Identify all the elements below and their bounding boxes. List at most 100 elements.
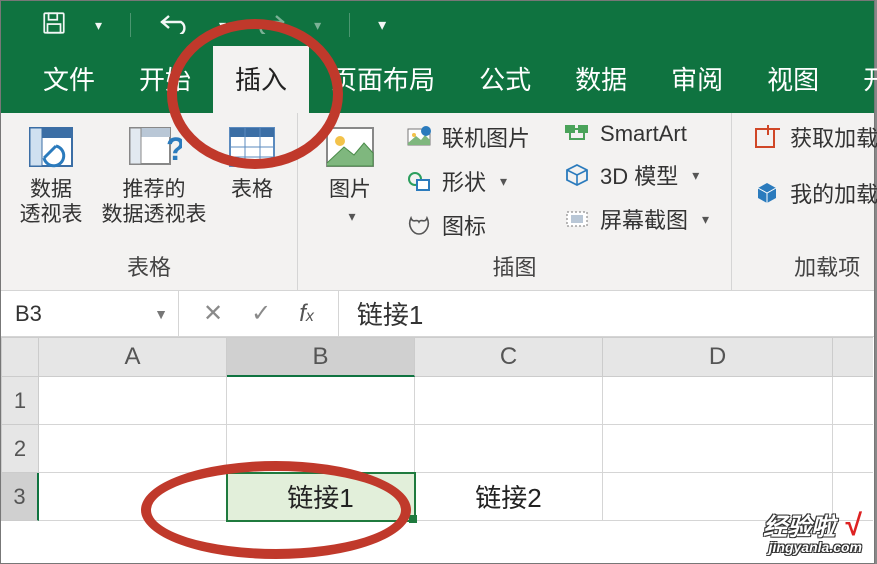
smartart-icon [564,121,590,147]
icons-label: 图标 [442,209,486,241]
chevron-down-icon: ▾ [702,211,709,228]
cell-d1[interactable] [603,377,833,425]
row-header-2[interactable]: 2 [1,425,39,473]
undo-dropdown-icon[interactable]: ▾ [219,17,226,34]
cell-c3[interactable]: 链接2 [415,473,603,521]
cell-b2[interactable] [227,425,415,473]
icons-icon [406,212,432,238]
screenshot-icon [564,206,590,232]
pivottable-icon [23,119,79,175]
column-header-b[interactable]: B [227,337,415,377]
get-addins-button[interactable]: 获取加载项 [748,119,877,155]
save-icon[interactable] [41,10,67,41]
tab-view[interactable]: 视图 [745,46,841,113]
tab-dev[interactable]: 开发工具 [841,46,877,113]
ribbon-group-tables: 数据透视表 ? 推荐的数据透视表 表格 表格 [1,113,298,290]
undo-icon[interactable] [159,12,191,39]
formula-bar: B3 ▼ ✕ ✓ fx 链接1 [1,291,874,337]
pictures-icon [322,119,378,175]
pictures-button[interactable]: 图片▾ [314,119,386,227]
tab-layout[interactable]: 页面布局 [309,46,457,113]
3d-models-label: 3D 模型 [600,159,678,191]
column-header-a[interactable]: A [39,337,227,377]
tab-data[interactable]: 数据 [553,46,649,113]
ribbon-group-illustrations: 图片▾ 联机图片 形状 ▾ [298,113,732,290]
recommended-pivottables-label: 推荐的数据透视表 [102,177,207,227]
cell-e2[interactable] [833,425,873,473]
quick-access-toolbar: ▾ ▾ ▾ ▾ [1,1,874,49]
cell-d2[interactable] [603,425,833,473]
icons-button[interactable]: 图标 [400,207,536,243]
screenshot-button[interactable]: 屏幕截图 ▾ [558,201,715,237]
cell-c2[interactable] [415,425,603,473]
get-addins-icon [754,124,780,150]
3d-models-icon [564,162,590,188]
recommended-pivottables-icon: ? [126,119,182,175]
checkmark-icon: √ [846,509,862,542]
fx-icon[interactable]: fx [299,300,314,328]
table-label: 表格 [231,177,273,202]
separator [349,13,350,37]
cell-b3[interactable]: 链接1 [227,473,415,521]
watermark-text: 经验啦 [763,514,835,541]
cell-a2[interactable] [39,425,227,473]
column-header-c[interactable]: C [415,337,603,377]
redo-dropdown-icon[interactable]: ▾ [314,17,321,34]
my-addins-button[interactable]: 我的加载项 [748,175,877,211]
watermark-url: jingyanla.com [763,539,862,555]
pivottable-button[interactable]: 数据透视表 [11,119,91,227]
group-name-tables: 表格 [127,246,171,288]
online-pictures-button[interactable]: 联机图片 [400,119,536,155]
formula-input[interactable]: 链接1 [339,295,441,332]
tab-review[interactable]: 审阅 [649,46,745,113]
tab-home[interactable]: 开始 [117,46,213,113]
redo-icon[interactable] [254,12,286,39]
tab-formulas[interactable]: 公式 [457,46,553,113]
chevron-down-icon: ▾ [500,173,507,190]
ribbon-tabs: 文件 开始 插入 页面布局 公式 数据 审阅 视图 开发工具 [1,49,874,113]
online-pictures-icon [406,124,432,150]
smartart-label: SmartArt [600,121,687,147]
group-name-addins: 加载项 [794,246,860,288]
cell-c1[interactable] [415,377,603,425]
save-dropdown-icon[interactable]: ▾ [95,17,102,34]
cancel-icon[interactable]: ✕ [203,299,223,328]
shapes-label: 形状 [442,165,486,197]
pivottable-label: 数据透视表 [20,177,83,227]
column-header-next[interactable] [833,337,873,377]
spreadsheet-grid: A B C D 1 2 3 链接1 链接2 [1,337,874,521]
smartart-button[interactable]: SmartArt [558,119,715,149]
table-icon [224,119,280,175]
shapes-button[interactable]: 形状 ▾ [400,163,536,199]
cell-b1[interactable] [227,377,415,425]
pictures-label: 图片▾ [329,177,371,227]
row-header-1[interactable]: 1 [1,377,39,425]
svg-text:?: ? [166,131,182,167]
screenshot-label: 屏幕截图 [600,203,688,235]
table-button[interactable]: 表格 [217,119,287,202]
separator [130,13,131,37]
my-addins-icon [754,180,780,206]
cell-a3[interactable] [39,473,227,521]
cell-e1[interactable] [833,377,873,425]
shapes-icon [406,168,432,194]
group-name-illustrations: 插图 [493,246,537,288]
tab-insert[interactable]: 插入 [213,46,309,113]
online-pictures-label: 联机图片 [442,121,530,153]
customize-qat-icon[interactable]: ▾ [378,15,386,35]
cell-a1[interactable] [39,377,227,425]
ribbon: 数据透视表 ? 推荐的数据透视表 表格 表格 [1,113,874,291]
3d-models-button[interactable]: 3D 模型▾ [558,157,715,193]
chevron-down-icon[interactable]: ▼ [154,306,168,322]
my-addins-label: 我的加载项 [790,177,877,209]
enter-icon[interactable]: ✓ [251,299,271,328]
recommended-pivottables-button[interactable]: ? 推荐的数据透视表 [99,119,209,227]
tab-file[interactable]: 文件 [21,46,117,113]
name-box[interactable]: B3 ▼ [1,291,179,336]
watermark: 经验啦 √ jingyanla.com [763,507,862,555]
get-addins-label: 获取加载项 [790,121,877,153]
row-header-3[interactable]: 3 [1,473,39,521]
select-all-corner[interactable] [1,337,39,377]
name-box-value: B3 [15,301,42,327]
column-header-d[interactable]: D [603,337,833,377]
